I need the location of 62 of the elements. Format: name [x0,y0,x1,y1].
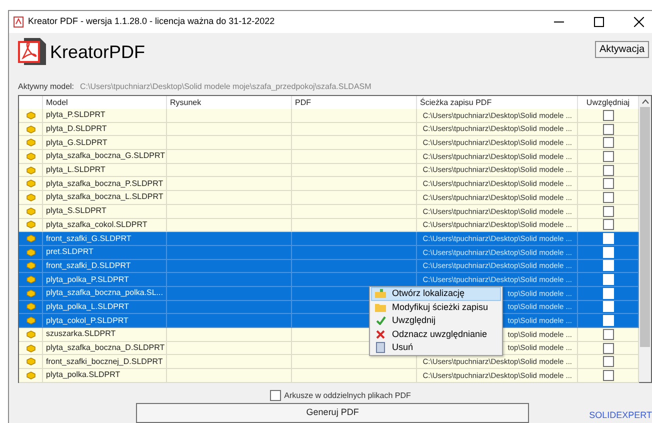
model-name: plyta_polka_P.SLDPRT [46,274,129,286]
model-name: plyta_polka.SLDPRT [46,369,120,382]
model-name: plyta_szafka_boczna_polka.SL... [46,287,163,300]
separate-sheets-checkbox[interactable] [270,390,282,401]
include-checkbox[interactable] [602,192,614,203]
model-name: plyta_G.SLDPRT [46,136,108,149]
solidexpert-link[interactable]: SOLIDEXPERT [589,408,652,422]
folder-arrow-icon [375,288,386,300]
include-checkbox[interactable] [602,110,614,121]
include-checkbox[interactable] [602,150,614,162]
model-name: plyta_szafka_boczna_G.SLDPRT [46,150,166,162]
menu-item[interactable]: Otwórz lokalizację [371,287,501,300]
menu-item-label: Modyfikuj ścieżki zapisu [392,300,488,314]
model-name: plyta_szafka_cokol.SLDPRT [46,218,148,231]
active-model-path: C:\Users\tpuchniarz\Desktop\Solid modele moje\szafa_przedpokoj\szafa.SLDASM [80,81,372,93]
document-icon [376,342,385,354]
include-checkbox[interactable] [602,164,614,176]
include-checkbox[interactable] [602,356,614,368]
include-checkbox[interactable] [602,137,614,148]
include-checkbox[interactable] [602,219,614,230]
separate-sheets-label: Arkusze w oddzielnych plikach PDF [284,390,411,402]
include-checkbox[interactable] [602,370,614,381]
model-name: front_szafki_G.SLDPRT [46,232,132,245]
model-name: plyta_szafka_boczna_D.SLDPRT [46,342,165,354]
include-checkbox[interactable] [602,178,614,190]
close-icon[interactable] [634,17,644,27]
include-checkbox[interactable] [602,328,614,340]
model-name: plyta_D.SLDPRT [46,123,107,136]
scrollbar[interactable] [639,96,651,382]
model-name: plyta_szafka_boczna_P.SLDPRT [46,178,164,190]
generate-pdf-button[interactable]: Generuj PDF [136,403,530,423]
include-checkbox[interactable] [602,342,614,354]
menu-item-label: Usuń [392,341,414,354]
pdf-logo-icon [18,36,48,66]
model-name: plyta_L.SLDPRT [46,164,106,176]
menu-item-label: Odznacz uwzględnianie [392,328,488,341]
app-icon [13,16,25,28]
cross-icon [376,330,385,339]
model-name: front_szafki_D.SLDPRT [46,260,131,272]
activation-button[interactable]: Aktywacja [595,41,649,58]
model-name: plyta_cokol_P.SLDPRT [46,314,128,327]
menu-item[interactable]: Modyfikuj ścieżki zapisu [371,300,501,314]
menu-item[interactable]: Odznacz uwzględnianie [371,328,501,341]
menu-item-label: Otwórz lokalizację [392,287,465,300]
model-name: plyta_szafka_boczna_L.SLDPRT [46,191,164,204]
model-name: plyta_S.SLDPRT [46,205,106,218]
scroll-up-icon[interactable] [642,99,648,104]
maximize-icon[interactable] [594,17,604,27]
menu-item-label: Uwzględnij [392,314,436,327]
model-name: plyta_polka_L.SLDPRT [46,300,130,313]
model-name: pret.SLDPRT [46,246,94,258]
model-name: front_szafki_bocznej_D.SLDPRT [46,356,163,368]
model-name: szuszarka.SLDPRT [46,328,116,340]
menu-item[interactable]: Uwzględnij [371,314,501,328]
logo-text: KreatorPDF [50,41,146,64]
active-model-label: Aktywny model: [18,81,74,93]
include-checkbox[interactable] [602,206,614,217]
model-name: plyta_P.SLDPRT [46,109,106,122]
menu-item[interactable]: Usuń [371,341,501,354]
include-checkbox[interactable] [602,124,614,135]
window-title: Kreator PDF - wersja 1.1.28.0 - licencja ważna do 31-12-2022 [28,15,275,28]
check-icon [376,316,386,326]
